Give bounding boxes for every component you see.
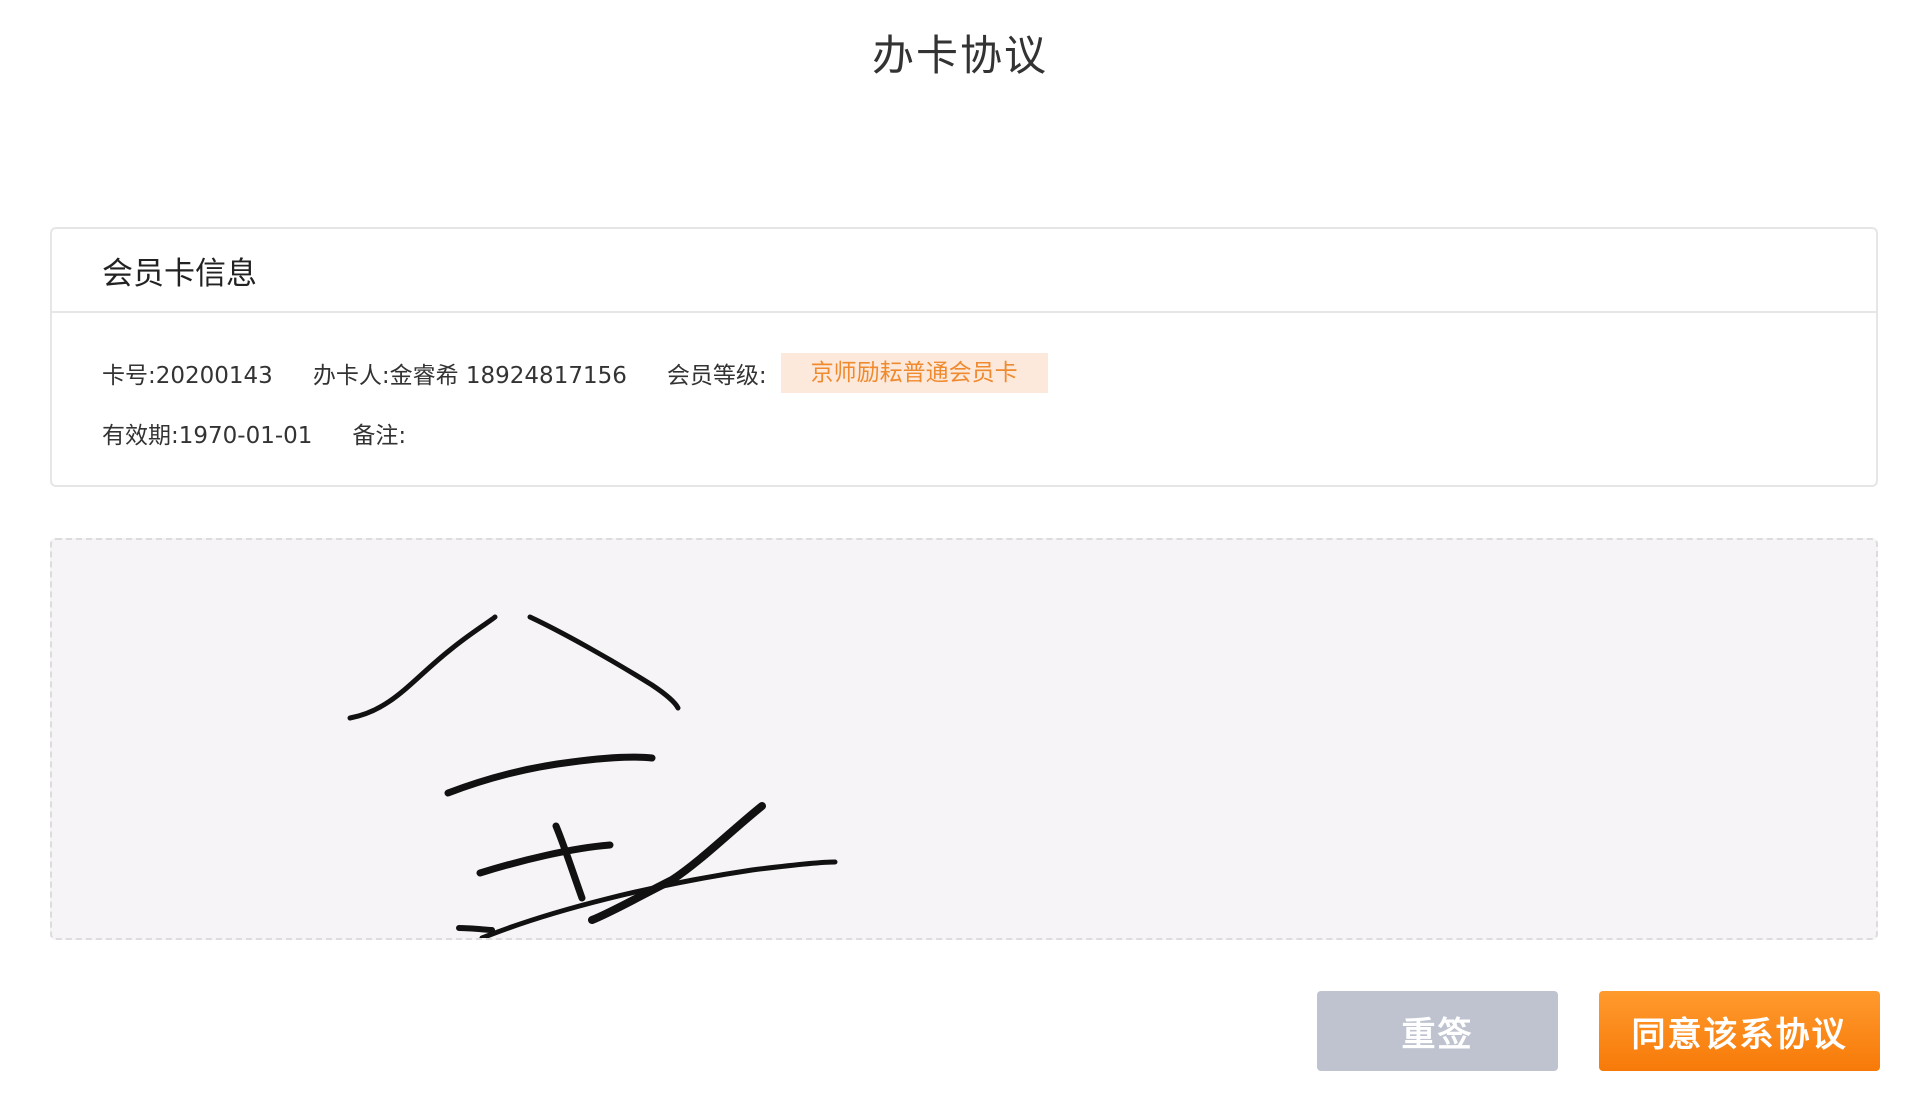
card-info-body: 卡号:20200143 办卡人:金睿希 18924817156 会员等级: 京师… xyxy=(52,313,1876,455)
page-title: 办卡协议 xyxy=(871,31,1048,80)
member-card-info-panel: 会员卡信息 卡号:20200143 办卡人:金睿希 18924817156 会员… xyxy=(50,227,1878,487)
remark-label: 备注: xyxy=(352,423,407,449)
card-info-row-2: 有效期:1970-01-01 备注: xyxy=(102,411,1876,455)
card-info-header: 会员卡信息 xyxy=(52,229,1876,313)
card-info-title: 会员卡信息 xyxy=(102,255,257,292)
card-number: 卡号:20200143 xyxy=(102,363,273,389)
card-info-row-1: 卡号:20200143 办卡人:金睿希 18924817156 会员等级: 京师… xyxy=(102,351,1876,395)
card-holder: 办卡人:金睿希 18924817156 xyxy=(312,363,627,389)
handwritten-signature xyxy=(347,614,838,938)
validity-date: 有效期:1970-01-01 xyxy=(102,423,313,449)
agree-agreement-button[interactable]: 同意该系协议 xyxy=(1599,991,1880,1071)
signature-pad[interactable] xyxy=(50,538,1878,940)
member-level-label: 会员等级: xyxy=(666,363,767,389)
resign-button[interactable]: 重签 xyxy=(1317,991,1558,1071)
member-level-badge: 京师励耘普通会员卡 xyxy=(780,353,1048,393)
